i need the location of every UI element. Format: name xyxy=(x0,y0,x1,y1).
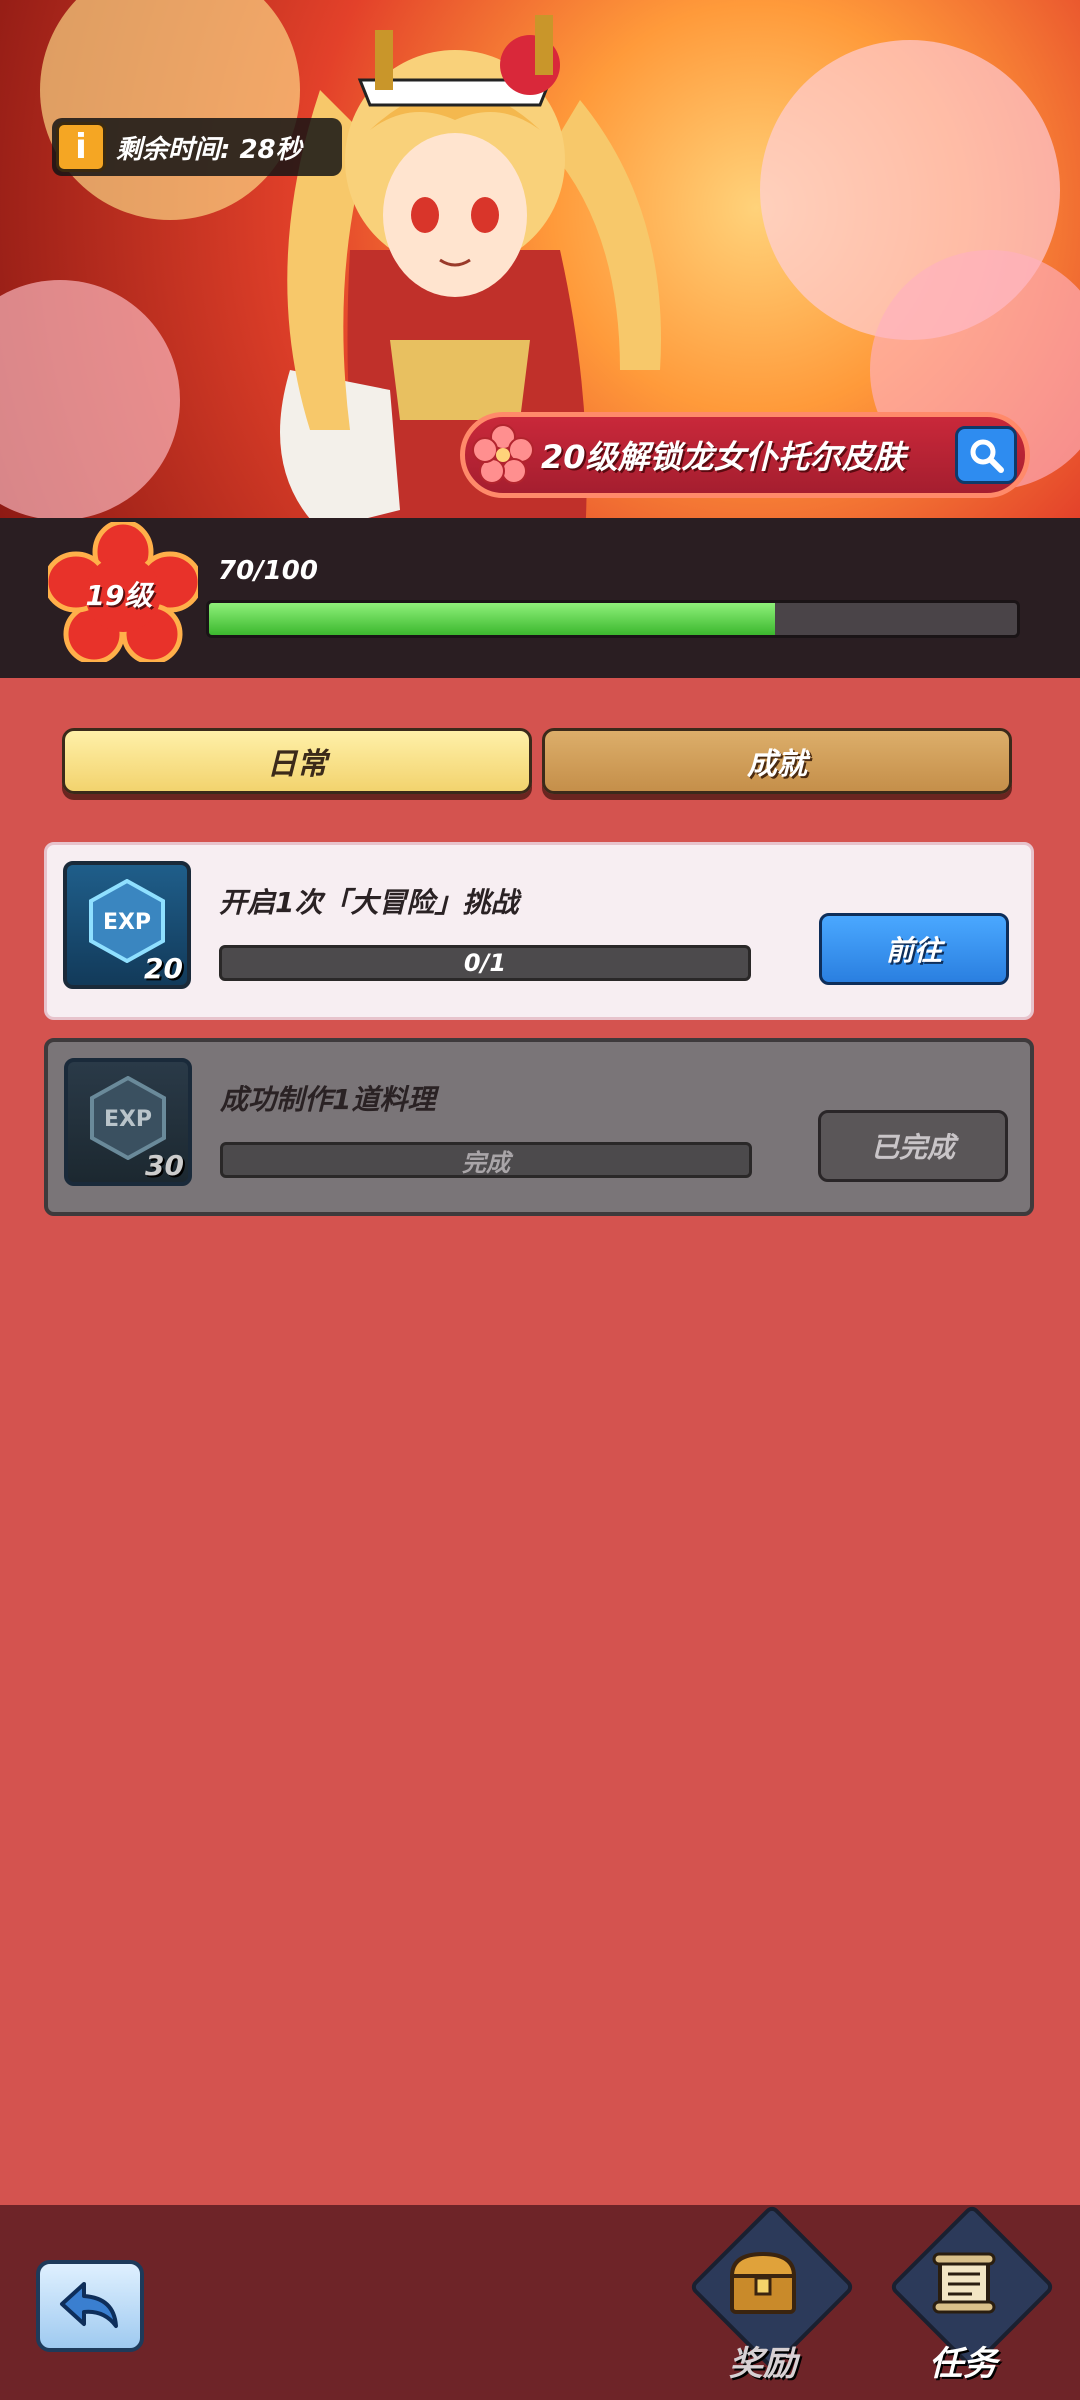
exp-hexagon-icon: EXP xyxy=(89,879,165,963)
back-button[interactable] xyxy=(36,2260,144,2352)
search-button[interactable] xyxy=(955,426,1017,484)
nav-rewards[interactable]: 奖励 xyxy=(678,2203,856,2388)
back-arrow-icon xyxy=(60,2282,118,2328)
exp-progress-text: 70/100 xyxy=(218,556,318,586)
task-progress-bar: 完成 xyxy=(220,1142,752,1178)
skin-unlock-text: 20级解锁龙女仆托尔皮肤 xyxy=(541,438,906,476)
nav-tasks[interactable]: 任务 xyxy=(878,2203,1056,2388)
nav-rewards-label: 奖励 xyxy=(729,2344,797,2384)
exp-reward-icon: EXP 30 xyxy=(64,1058,192,1186)
task-card: EXP 20 开启1次「大冒险」挑战 0/1 前往 xyxy=(44,842,1034,1020)
exp-reward-amount: 30 xyxy=(145,1149,184,1182)
task-card: EXP 30 成功制作1道料理 完成 已完成 xyxy=(44,1038,1034,1216)
remaining-time-badge: i 剩余时间: 28秒 xyxy=(52,118,342,176)
task-tabs: 日常 成就 xyxy=(62,728,1012,798)
scroll-icon xyxy=(932,2252,996,2314)
treasure-chest-icon xyxy=(729,2251,797,2314)
remaining-time-text: 剩余时间: 28秒 xyxy=(116,134,302,165)
exp-hexagon-icon: EXP xyxy=(90,1076,166,1160)
exp-reward-icon: EXP 20 xyxy=(63,861,191,989)
info-icon[interactable]: i xyxy=(56,122,106,172)
exp-icon-text: EXP xyxy=(103,910,151,935)
skin-unlock-banner[interactable]: 20级解锁龙女仆托尔皮肤 xyxy=(460,412,1030,498)
task-progress-bar: 0/1 xyxy=(219,945,751,981)
exp-progress-bar xyxy=(206,600,1020,638)
exp-progress-fill xyxy=(209,603,775,635)
go-button[interactable]: 前往 xyxy=(819,913,1009,985)
task-title: 开启1次「大冒险」挑战 xyxy=(219,886,519,919)
exp-reward-amount: 20 xyxy=(144,952,183,985)
search-icon xyxy=(970,439,1004,473)
level-label: 19级 xyxy=(85,579,153,612)
tab-achievements[interactable]: 成就 xyxy=(542,728,1012,794)
sakura-icon xyxy=(472,424,534,484)
task-title: 成功制作1道料理 xyxy=(220,1083,436,1116)
exp-icon-text: EXP xyxy=(104,1107,152,1132)
completed-button: 已完成 xyxy=(818,1110,1008,1182)
nav-tasks-label: 任务 xyxy=(929,2344,997,2384)
tab-daily[interactable]: 日常 xyxy=(62,728,532,794)
